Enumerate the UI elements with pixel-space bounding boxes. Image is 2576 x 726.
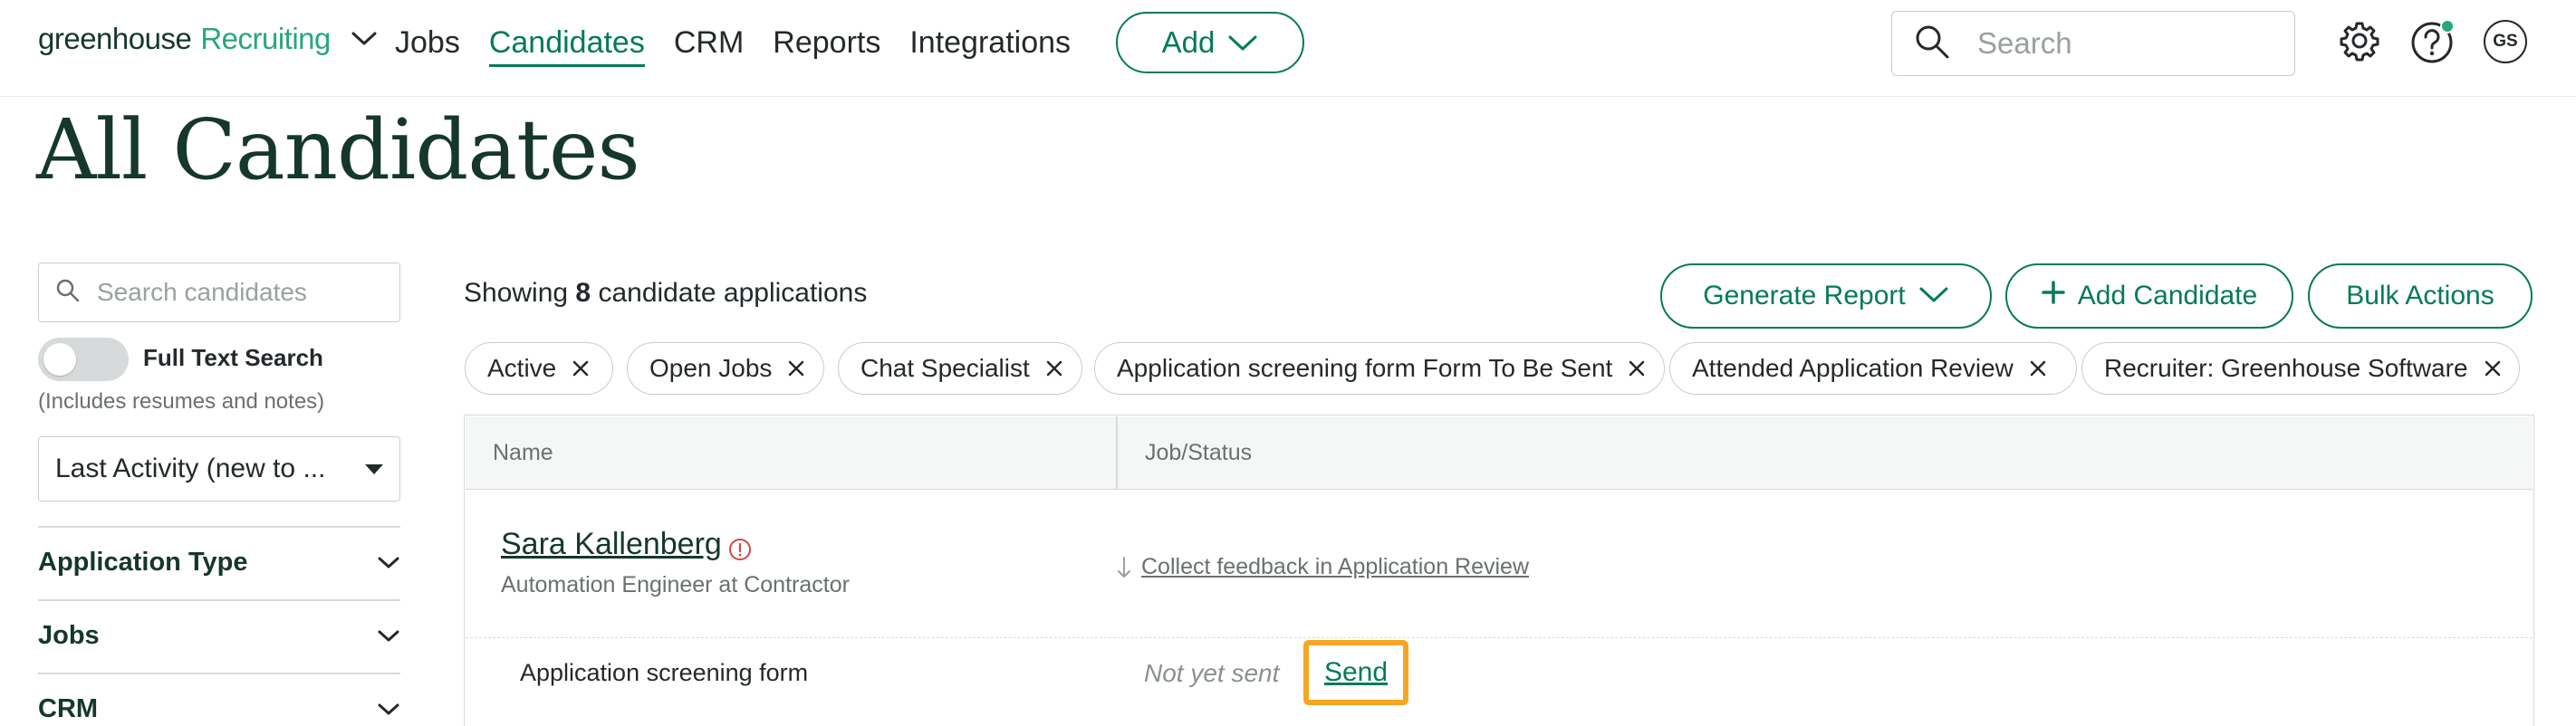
bulk-actions-button[interactable]: Bulk Actions bbox=[2308, 263, 2533, 329]
nav-crm[interactable]: CRM bbox=[674, 25, 744, 67]
column-header-name[interactable]: Name bbox=[493, 440, 553, 466]
candidate-name-link[interactable]: Sara Kallenberg bbox=[501, 527, 722, 562]
filter-chip-label: Open Jobs bbox=[649, 354, 773, 382]
results-suffix: candidate applications bbox=[598, 278, 868, 308]
caret-down-icon bbox=[365, 464, 383, 474]
full-text-search-note: (Includes resumes and notes) bbox=[38, 389, 325, 414]
filter-chip-label: Active bbox=[487, 354, 557, 382]
close-icon[interactable] bbox=[788, 354, 804, 383]
table-header bbox=[466, 416, 2533, 490]
add-button[interactable]: Add bbox=[1116, 12, 1304, 73]
divider bbox=[38, 599, 400, 601]
help-icon[interactable] bbox=[2409, 18, 2456, 65]
main-nav: Jobs Candidates CRM Reports Integrations bbox=[395, 25, 1071, 67]
toggle-knob bbox=[43, 343, 76, 376]
facet-label: Application Type bbox=[38, 548, 248, 577]
global-search-input[interactable] bbox=[1975, 25, 2251, 62]
sort-select[interactable]: Last Activity (new to ... bbox=[38, 436, 400, 502]
facet-label: Jobs bbox=[38, 621, 100, 650]
divider bbox=[38, 673, 400, 674]
search-icon bbox=[55, 278, 81, 308]
filter-chip-label: Recruiter: Greenhouse Software bbox=[2104, 354, 2468, 382]
close-icon[interactable] bbox=[2485, 354, 2501, 383]
nav-jobs[interactable]: Jobs bbox=[395, 25, 460, 67]
greenhouse-logo[interactable]: greenhouse Recruiting bbox=[38, 22, 378, 56]
divider bbox=[38, 526, 400, 528]
search-icon bbox=[1914, 24, 1950, 64]
full-text-search-toggle[interactable] bbox=[38, 338, 129, 381]
sort-select-value: Last Activity (new to ... bbox=[55, 454, 326, 483]
global-search[interactable] bbox=[1891, 11, 2295, 76]
candidate-status-text: Collect feedback in Application Review bbox=[1141, 554, 1530, 579]
send-form-link[interactable]: Send bbox=[1324, 657, 1388, 688]
results-summary: Showing 8 candidate applications bbox=[464, 278, 867, 309]
page-title: All Candidates bbox=[36, 101, 640, 198]
results-count: 8 bbox=[575, 278, 591, 308]
alert-icon[interactable] bbox=[728, 538, 752, 566]
form-state: Not yet sent bbox=[1144, 659, 1280, 687]
plus-icon bbox=[2042, 281, 2065, 311]
generate-report-label: Generate Report bbox=[1703, 281, 1906, 310]
chevron-down-icon bbox=[377, 621, 400, 651]
column-divider bbox=[1116, 416, 1118, 489]
add-button-label: Add bbox=[1161, 25, 1216, 59]
chevron-down-icon bbox=[377, 694, 400, 724]
filter-chip-label: Attended Application Review bbox=[1692, 354, 2014, 382]
generate-report-button[interactable]: Generate Report bbox=[1660, 263, 1992, 329]
close-icon[interactable] bbox=[1629, 354, 1645, 383]
nav-candidates[interactable]: Candidates bbox=[488, 25, 645, 67]
chevron-down-icon bbox=[1227, 25, 1258, 60]
facet-crm[interactable]: CRM bbox=[38, 694, 400, 724]
form-label: Application screening form bbox=[520, 659, 809, 686]
filter-chip[interactable]: Chat Specialist bbox=[838, 342, 1082, 395]
nav-reports[interactable]: Reports bbox=[773, 25, 880, 67]
candidate-subtitle: Automation Engineer at Contractor bbox=[501, 572, 850, 597]
close-icon[interactable] bbox=[2030, 354, 2046, 383]
filter-chip-label: Application screening form Form To Be Se… bbox=[1117, 354, 1613, 382]
chevron-down-icon bbox=[377, 548, 400, 578]
send-form-highlight: Send bbox=[1303, 640, 1408, 705]
candidate-search-input[interactable] bbox=[95, 277, 389, 308]
add-candidate-button[interactable]: Add Candidate bbox=[2005, 263, 2293, 329]
filter-chip[interactable]: Active bbox=[465, 342, 613, 395]
filter-chip[interactable]: Application screening form Form To Be Se… bbox=[1094, 342, 1665, 395]
full-text-search-label: Full Text Search bbox=[143, 344, 323, 371]
avatar[interactable]: GS bbox=[2484, 20, 2527, 63]
facet-application-type[interactable]: Application Type bbox=[38, 548, 400, 578]
logo-main: greenhouse bbox=[38, 22, 192, 55]
close-icon[interactable] bbox=[572, 354, 589, 383]
chevron-down-icon[interactable] bbox=[351, 31, 378, 47]
chevron-down-icon bbox=[1918, 281, 1949, 311]
close-icon[interactable] bbox=[1046, 354, 1062, 383]
filter-chip[interactable]: Recruiter: Greenhouse Software bbox=[2081, 342, 2520, 395]
facet-jobs[interactable]: Jobs bbox=[38, 621, 400, 651]
candidate-search[interactable] bbox=[38, 263, 400, 322]
facet-label: CRM bbox=[38, 694, 99, 723]
logo-product: Recruiting bbox=[200, 22, 331, 55]
row-divider bbox=[466, 637, 2533, 638]
results-prefix: Showing bbox=[464, 278, 569, 308]
filter-chip[interactable]: Attended Application Review bbox=[1669, 342, 2077, 395]
bulk-actions-label: Bulk Actions bbox=[2346, 281, 2494, 310]
arrow-down-icon bbox=[1118, 556, 1130, 578]
candidate-status-link[interactable]: Collect feedback in Application Review bbox=[1116, 554, 1529, 580]
column-header-job-status: Job/Status bbox=[1145, 440, 1253, 465]
filter-chip[interactable]: Open Jobs bbox=[627, 342, 824, 395]
gear-icon[interactable] bbox=[2339, 20, 2380, 62]
add-candidate-label: Add Candidate bbox=[2077, 281, 2258, 310]
filter-chip-label: Chat Specialist bbox=[860, 354, 1030, 382]
nav-integrations[interactable]: Integrations bbox=[909, 25, 1071, 67]
